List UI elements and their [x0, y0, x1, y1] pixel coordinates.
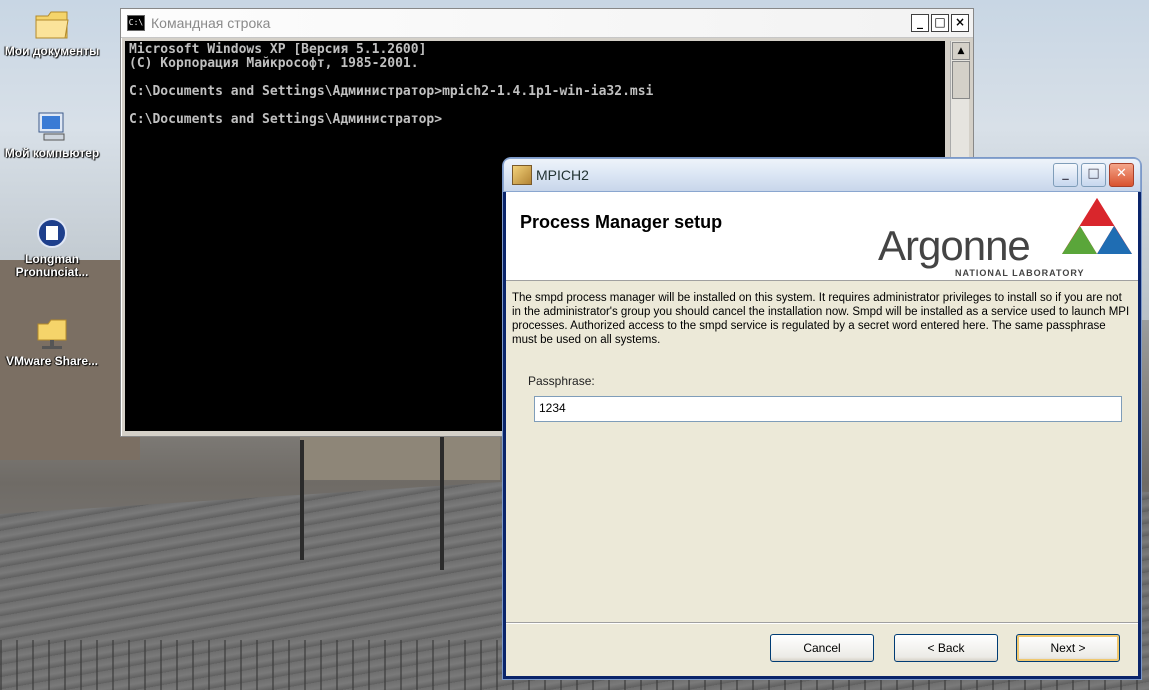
- computer-icon: [34, 110, 70, 144]
- globe-icon: [34, 216, 70, 250]
- wallpaper-pole: [300, 440, 304, 560]
- passphrase-input[interactable]: 1234: [534, 396, 1122, 422]
- scroll-up-arrow-icon[interactable]: ▲: [952, 42, 970, 60]
- page-title: Process Manager setup: [520, 212, 723, 232]
- setup-description: The smpd process manager will be install…: [512, 292, 1130, 346]
- desktop-icon-longman[interactable]: Longman Pronunciat...: [0, 216, 104, 279]
- folder-icon: [34, 8, 70, 42]
- maximize-button[interactable]: □: [931, 14, 949, 32]
- minimize-button[interactable]: _: [911, 14, 929, 32]
- console-line: C:\Documents and Settings\Администратор>…: [129, 84, 654, 99]
- console-line: C:\Documents and Settings\Администратор>: [129, 112, 443, 127]
- cmd-titlebar[interactable]: C:\ Командная строка _ □ ×: [121, 9, 973, 38]
- desktop-icon-label: Мои документы: [4, 44, 100, 58]
- passphrase-label: Passphrase:: [528, 374, 595, 388]
- desktop-icon-label: Мой компьютер: [4, 146, 100, 160]
- desktop-icon-vmware-share[interactable]: VMware Share...: [0, 318, 104, 368]
- console-line: (С) Корпорация Майкрософт, 1985-2001.: [129, 56, 419, 71]
- desktop-icon-label: Longman Pronunciat...: [15, 252, 89, 279]
- wallpaper-pole: [440, 430, 444, 570]
- argonne-logo-subtitle: NATIONAL LABORATORY: [955, 268, 1085, 278]
- argonne-logo-icon: [1062, 198, 1132, 254]
- button-separator: [506, 622, 1138, 624]
- close-button[interactable]: ✕: [1109, 163, 1134, 187]
- installer-icon: [512, 165, 532, 185]
- console-line: Microsoft Windows XP [Версия 5.1.2600]: [129, 42, 427, 57]
- dialog-banner: Process Manager setup Argonne NATIONAL L…: [506, 192, 1138, 281]
- desktop-icon-my-computer[interactable]: Мой компьютер: [0, 110, 104, 160]
- close-button[interactable]: ×: [951, 14, 969, 32]
- network-folder-icon: [34, 318, 70, 352]
- dialog-title: MPICH2: [536, 167, 589, 183]
- back-button[interactable]: < Back: [894, 634, 998, 662]
- desktop-icon-label: VMware Share...: [5, 354, 99, 368]
- dialog-body: Process Manager setup Argonne NATIONAL L…: [506, 192, 1138, 676]
- cancel-button[interactable]: Cancel: [770, 634, 874, 662]
- argonne-logo-text: Argonne: [878, 222, 1031, 269]
- scroll-thumb[interactable]: [952, 61, 970, 99]
- minimize-button[interactable]: _: [1053, 163, 1078, 187]
- cmd-title: Командная строка: [151, 15, 271, 31]
- cmd-icon: C:\: [127, 15, 145, 31]
- desktop-icon-my-documents[interactable]: Мои документы: [0, 8, 104, 58]
- dialog-titlebar[interactable]: MPICH2 _ □ ✕: [503, 158, 1141, 192]
- next-button[interactable]: Next >: [1016, 634, 1120, 662]
- mpich2-dialog[interactable]: MPICH2 _ □ ✕ Process Manager setup Argon…: [503, 158, 1141, 679]
- maximize-button[interactable]: □: [1081, 163, 1106, 187]
